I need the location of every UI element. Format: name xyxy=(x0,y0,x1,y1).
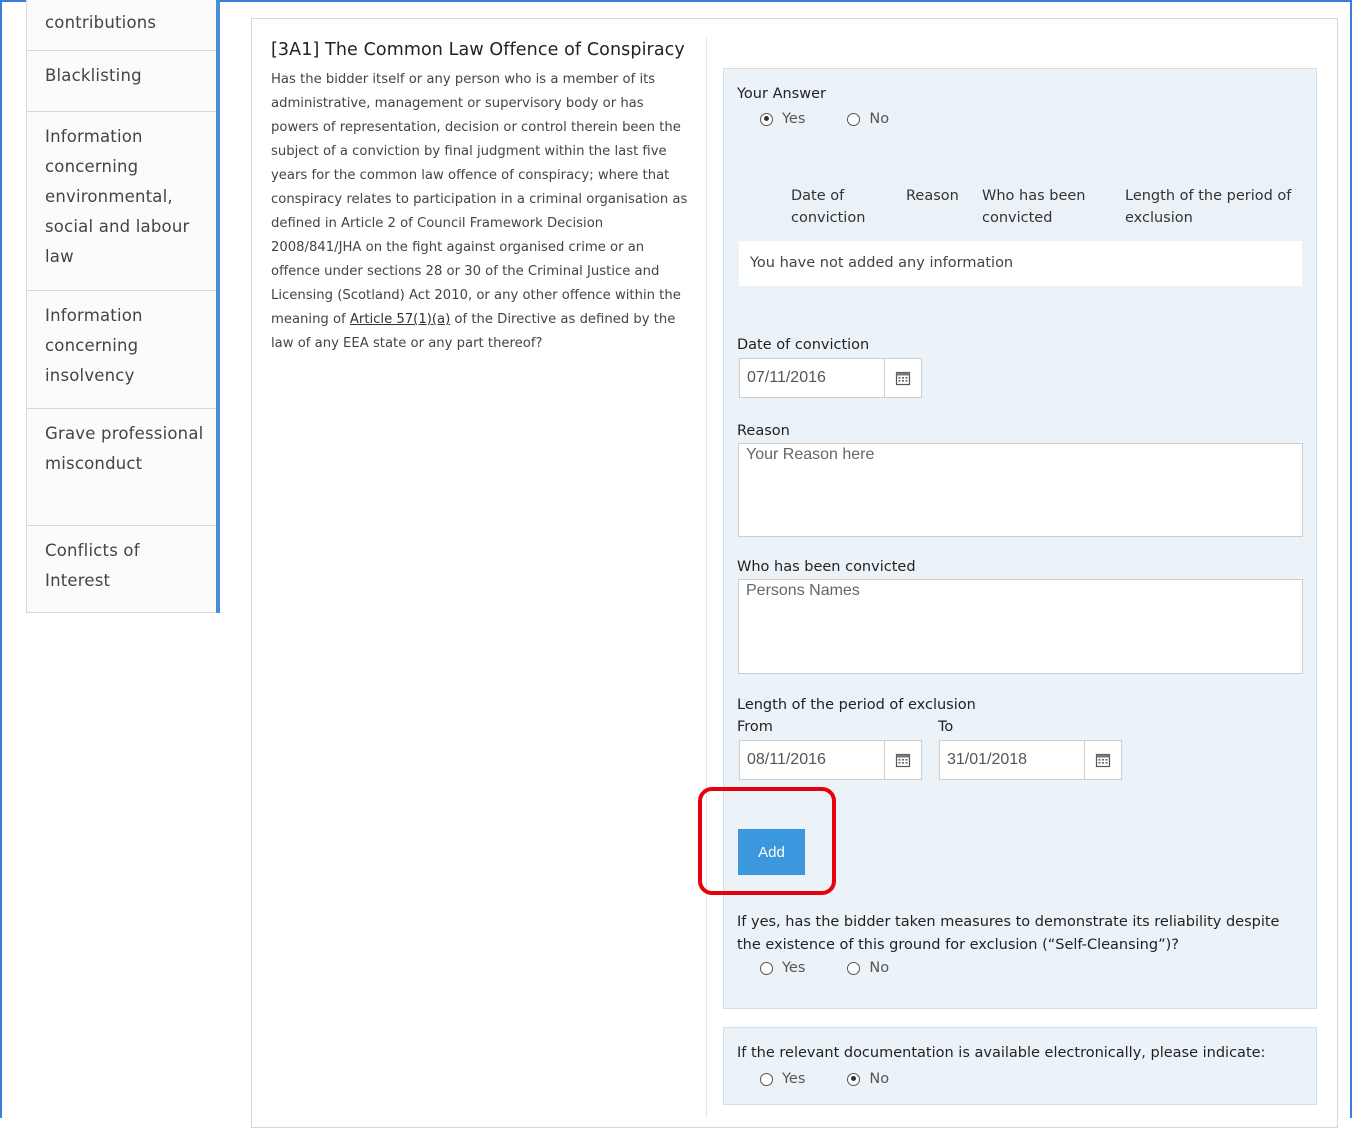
documentation-yes-option[interactable]: Yes xyxy=(760,1071,805,1087)
sidebar-item-insolvency[interactable]: Information concerning insolvency xyxy=(26,290,216,409)
self-cleansing-yes-label: Yes xyxy=(782,960,806,976)
col-reason: Reason xyxy=(906,188,959,204)
answer-no-radio[interactable] xyxy=(847,112,861,126)
question-column: [3A1] The Common Law Offence of Conspira… xyxy=(271,38,707,1118)
sidebar-item-contributions[interactable]: contributions xyxy=(26,0,216,51)
documentation-yes-label: Yes xyxy=(782,1071,806,1087)
question-text-part1: Has the bidder itself or any person who … xyxy=(271,72,688,327)
period-of-exclusion-label: Length of the period of exclusion xyxy=(737,697,976,713)
sidebar-item-environmental-social-labour-law[interactable]: Information concerning environmental, so… xyxy=(26,111,216,291)
to-date-input[interactable]: 31/01/2018 xyxy=(939,740,1085,780)
reason-textarea[interactable]: Your Reason here xyxy=(738,443,1303,537)
self-cleansing-no-radio[interactable] xyxy=(847,961,861,975)
documentation-no-radio[interactable] xyxy=(847,1072,861,1086)
convictions-table: Date of conviction Reason Who has been c… xyxy=(739,175,1302,286)
col-who-convicted: Who has been convicted xyxy=(982,188,1086,226)
self-cleansing-radio-group: Yes No xyxy=(760,960,889,976)
who-convicted-label: Who has been convicted xyxy=(737,559,916,575)
highlight-annotation xyxy=(698,787,836,895)
documentation-panel xyxy=(723,1027,1317,1105)
to-label: To xyxy=(938,719,954,735)
col-length-of-period: Length of the period of exclusion xyxy=(1125,188,1292,226)
from-date-input[interactable]: 08/11/2016 xyxy=(739,740,885,780)
self-cleansing-no-option[interactable]: No xyxy=(847,960,889,976)
calendar-icon[interactable] xyxy=(884,358,922,398)
calendar-icon[interactable] xyxy=(884,740,922,780)
calendar-icon[interactable] xyxy=(1084,740,1122,780)
documentation-radio-group: Yes No xyxy=(760,1071,889,1087)
self-cleansing-no-label: No xyxy=(869,960,890,976)
self-cleansing-yes-option[interactable]: Yes xyxy=(760,960,805,976)
documentation-question: If the relevant documentation is availab… xyxy=(737,1045,1266,1061)
self-cleansing-question: If yes, has the bidder taken measures to… xyxy=(737,914,1280,953)
answer-yes-label: Yes xyxy=(782,111,806,127)
sidebar-item-conflicts-of-interest[interactable]: Conflicts of Interest xyxy=(26,525,216,613)
answer-yes-option[interactable]: Yes xyxy=(760,111,805,127)
documentation-yes-radio[interactable] xyxy=(760,1072,773,1086)
date-of-conviction-label: Date of conviction xyxy=(737,337,870,353)
table-empty-message: You have not added any information xyxy=(750,255,1014,271)
who-convicted-textarea[interactable]: Persons Names xyxy=(738,579,1303,674)
question-title: [3A1] The Common Law Offence of Conspira… xyxy=(271,40,685,60)
from-label: From xyxy=(737,719,773,735)
date-of-conviction-input[interactable]: 07/11/2016 xyxy=(739,358,885,398)
question-text: Has the bidder itself or any person who … xyxy=(271,68,692,356)
documentation-no-label: No xyxy=(869,1071,890,1087)
answer-yes-radio[interactable] xyxy=(760,112,773,126)
answer-no-label: No xyxy=(869,111,890,127)
sidebar: contributions Blacklisting Information c… xyxy=(26,0,220,613)
self-cleansing-yes-radio[interactable] xyxy=(760,961,773,975)
your-answer-label: Your Answer xyxy=(737,86,826,102)
col-date-of-conviction: Date of conviction xyxy=(791,188,866,226)
article-57-link[interactable]: Article 57(1)(a) xyxy=(350,312,450,327)
answer-no-option[interactable]: No xyxy=(847,111,889,127)
table-header: Date of conviction Reason Who has been c… xyxy=(739,175,1302,241)
sidebar-item-blacklisting[interactable]: Blacklisting xyxy=(26,50,216,112)
answer-radio-group: Yes No xyxy=(760,111,889,127)
reason-label: Reason xyxy=(737,423,790,439)
sidebar-item-grave-professional-misconduct[interactable]: Grave professional misconduct xyxy=(26,408,216,526)
documentation-no-option[interactable]: No xyxy=(847,1071,889,1087)
